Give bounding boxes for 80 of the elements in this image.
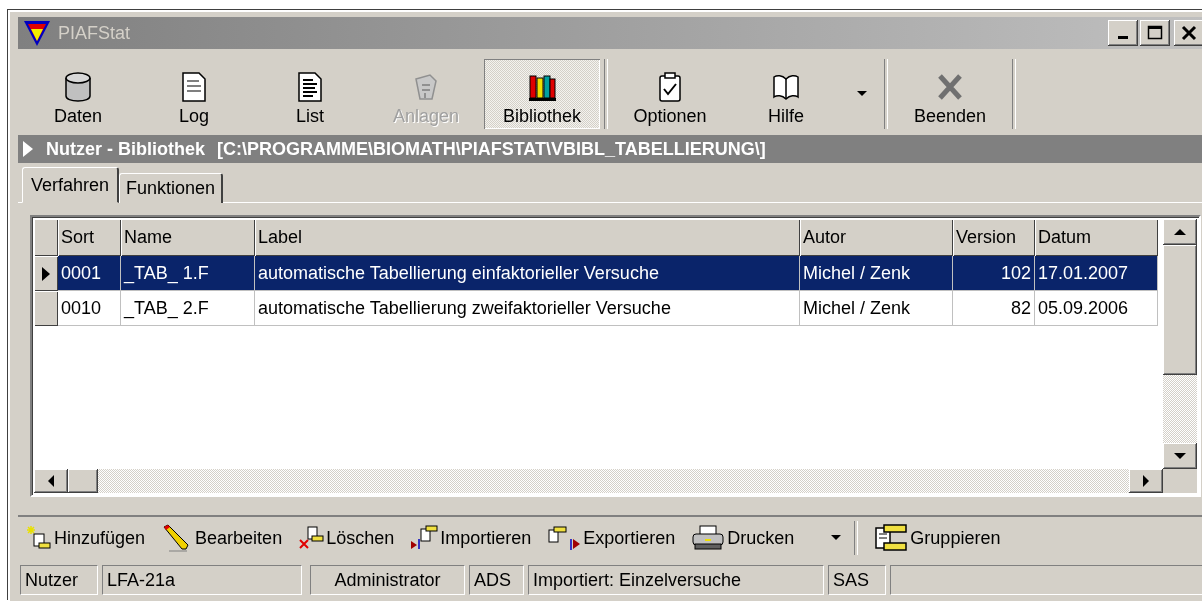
up-arrow-icon — [1173, 228, 1187, 236]
toolbar-button[interactable]: Importieren — [406, 525, 536, 551]
table-cell: 05.09.2006 — [1035, 291, 1158, 326]
toolbar-button[interactable]: Bearbeiten — [157, 524, 287, 552]
caret-icon — [830, 534, 843, 542]
printer-icon — [691, 525, 726, 551]
document-icon — [181, 71, 207, 103]
tab[interactable]: Verfahren — [22, 167, 120, 203]
status-field: LFA-21a — [102, 565, 302, 595]
close-icon — [1181, 25, 1197, 41]
toolbar-button[interactable]: Daten — [20, 59, 136, 129]
table-cell: 0010 — [58, 291, 121, 326]
column-header[interactable]: Datum — [1035, 219, 1158, 256]
table-cell: automatische Tabellierung zweifaktorieller Versuche — [255, 291, 800, 326]
down-arrow-icon — [1173, 452, 1187, 460]
scroll-thumb[interactable] — [1163, 245, 1197, 375]
table-cell: automatische Tabellierung einfaktorieller Versuche — [255, 256, 800, 291]
status-field: Importiert: Einzelversuche — [528, 565, 824, 595]
vertical-scrollbar[interactable] — [1163, 219, 1197, 469]
clipboard-check-icon — [657, 71, 683, 103]
scroll-down-button[interactable] — [1163, 443, 1197, 469]
left-arrow-icon — [47, 474, 55, 488]
table-cell: _TAB_ 2.F — [121, 291, 255, 326]
group-icon — [874, 524, 909, 552]
status-field: ADS — [469, 565, 524, 595]
toolbar-button[interactable]: Gruppieren — [870, 524, 1005, 552]
scroll-up-button[interactable] — [1163, 219, 1197, 245]
tab[interactable]: Funktionen — [119, 173, 224, 203]
column-header[interactable]: Autor — [800, 219, 953, 256]
path-text: [C:\PROGRAMME\BIOMATH\PIAFSTAT\VBIBL_TABELLIERUNG\] — [217, 138, 766, 160]
current-row-icon — [41, 265, 51, 282]
window-title: PIAFStat — [58, 22, 131, 44]
table-cell: 0001 — [58, 256, 121, 291]
toolbar-button[interactable]: Löschen — [294, 525, 399, 551]
app-logo-icon — [22, 18, 52, 48]
toolbar-button[interactable]: Beenden — [892, 59, 1008, 129]
toolbar-button[interactable]: List — [252, 59, 368, 129]
text-document-icon — [297, 71, 323, 103]
column-header[interactable]: Label — [255, 219, 800, 256]
triangle-icon — [22, 140, 34, 158]
delete-item-icon — [298, 525, 325, 551]
toolbar-button[interactable]: Optionen — [612, 59, 728, 129]
caret-icon — [856, 90, 868, 98]
row-indicator[interactable] — [34, 291, 58, 326]
minimize-button[interactable] — [1108, 20, 1138, 46]
maximize-button[interactable] — [1140, 20, 1170, 46]
scroll-thumb[interactable] — [68, 469, 98, 493]
right-arrow-icon — [1142, 474, 1150, 488]
status-field: Administrator — [310, 565, 465, 595]
toolbar-button[interactable]: Hilfe — [728, 59, 844, 129]
row-indicator[interactable] — [34, 256, 58, 291]
column-header[interactable]: Version — [953, 219, 1035, 256]
toolbar-button[interactable]: Hinzufügen — [22, 525, 150, 551]
maximize-icon — [1147, 25, 1163, 41]
table-cell: 17.01.2007 — [1035, 256, 1158, 291]
scrollbar-corner — [1163, 469, 1197, 493]
toolbar-button[interactable]: Bibliothek — [484, 59, 600, 129]
toolbar-button[interactable]: Log — [136, 59, 252, 129]
status-field: Nutzer — [20, 565, 98, 595]
toolbar-button[interactable]: Exportieren — [543, 525, 680, 551]
status-field: SAS — [828, 565, 886, 595]
table-cell: 102 — [953, 256, 1035, 291]
scroll-right-button[interactable] — [1129, 469, 1163, 493]
row-header-corner — [34, 219, 58, 256]
table-cell: _TAB_ 1.F — [121, 256, 255, 291]
export-icon — [547, 525, 582, 551]
scroll-left-button[interactable] — [34, 469, 68, 493]
column-header[interactable]: Sort — [58, 219, 121, 256]
table-cell: 82 — [953, 291, 1035, 326]
table-cell: Michel / Zenk — [800, 291, 953, 326]
horizontal-scrollbar[interactable] — [34, 469, 1163, 493]
column-header[interactable]: Name — [121, 219, 255, 256]
database-icon — [63, 71, 93, 103]
close-button[interactable] — [1174, 20, 1202, 46]
toolbar-button[interactable]: Drucken — [687, 525, 799, 551]
import-icon — [410, 525, 439, 551]
table-cell: Michel / Zenk — [800, 256, 953, 291]
minimize-icon — [1118, 36, 1128, 39]
new-item-icon — [26, 525, 52, 551]
panel-title: Nutzer - Bibliothek — [46, 138, 205, 160]
